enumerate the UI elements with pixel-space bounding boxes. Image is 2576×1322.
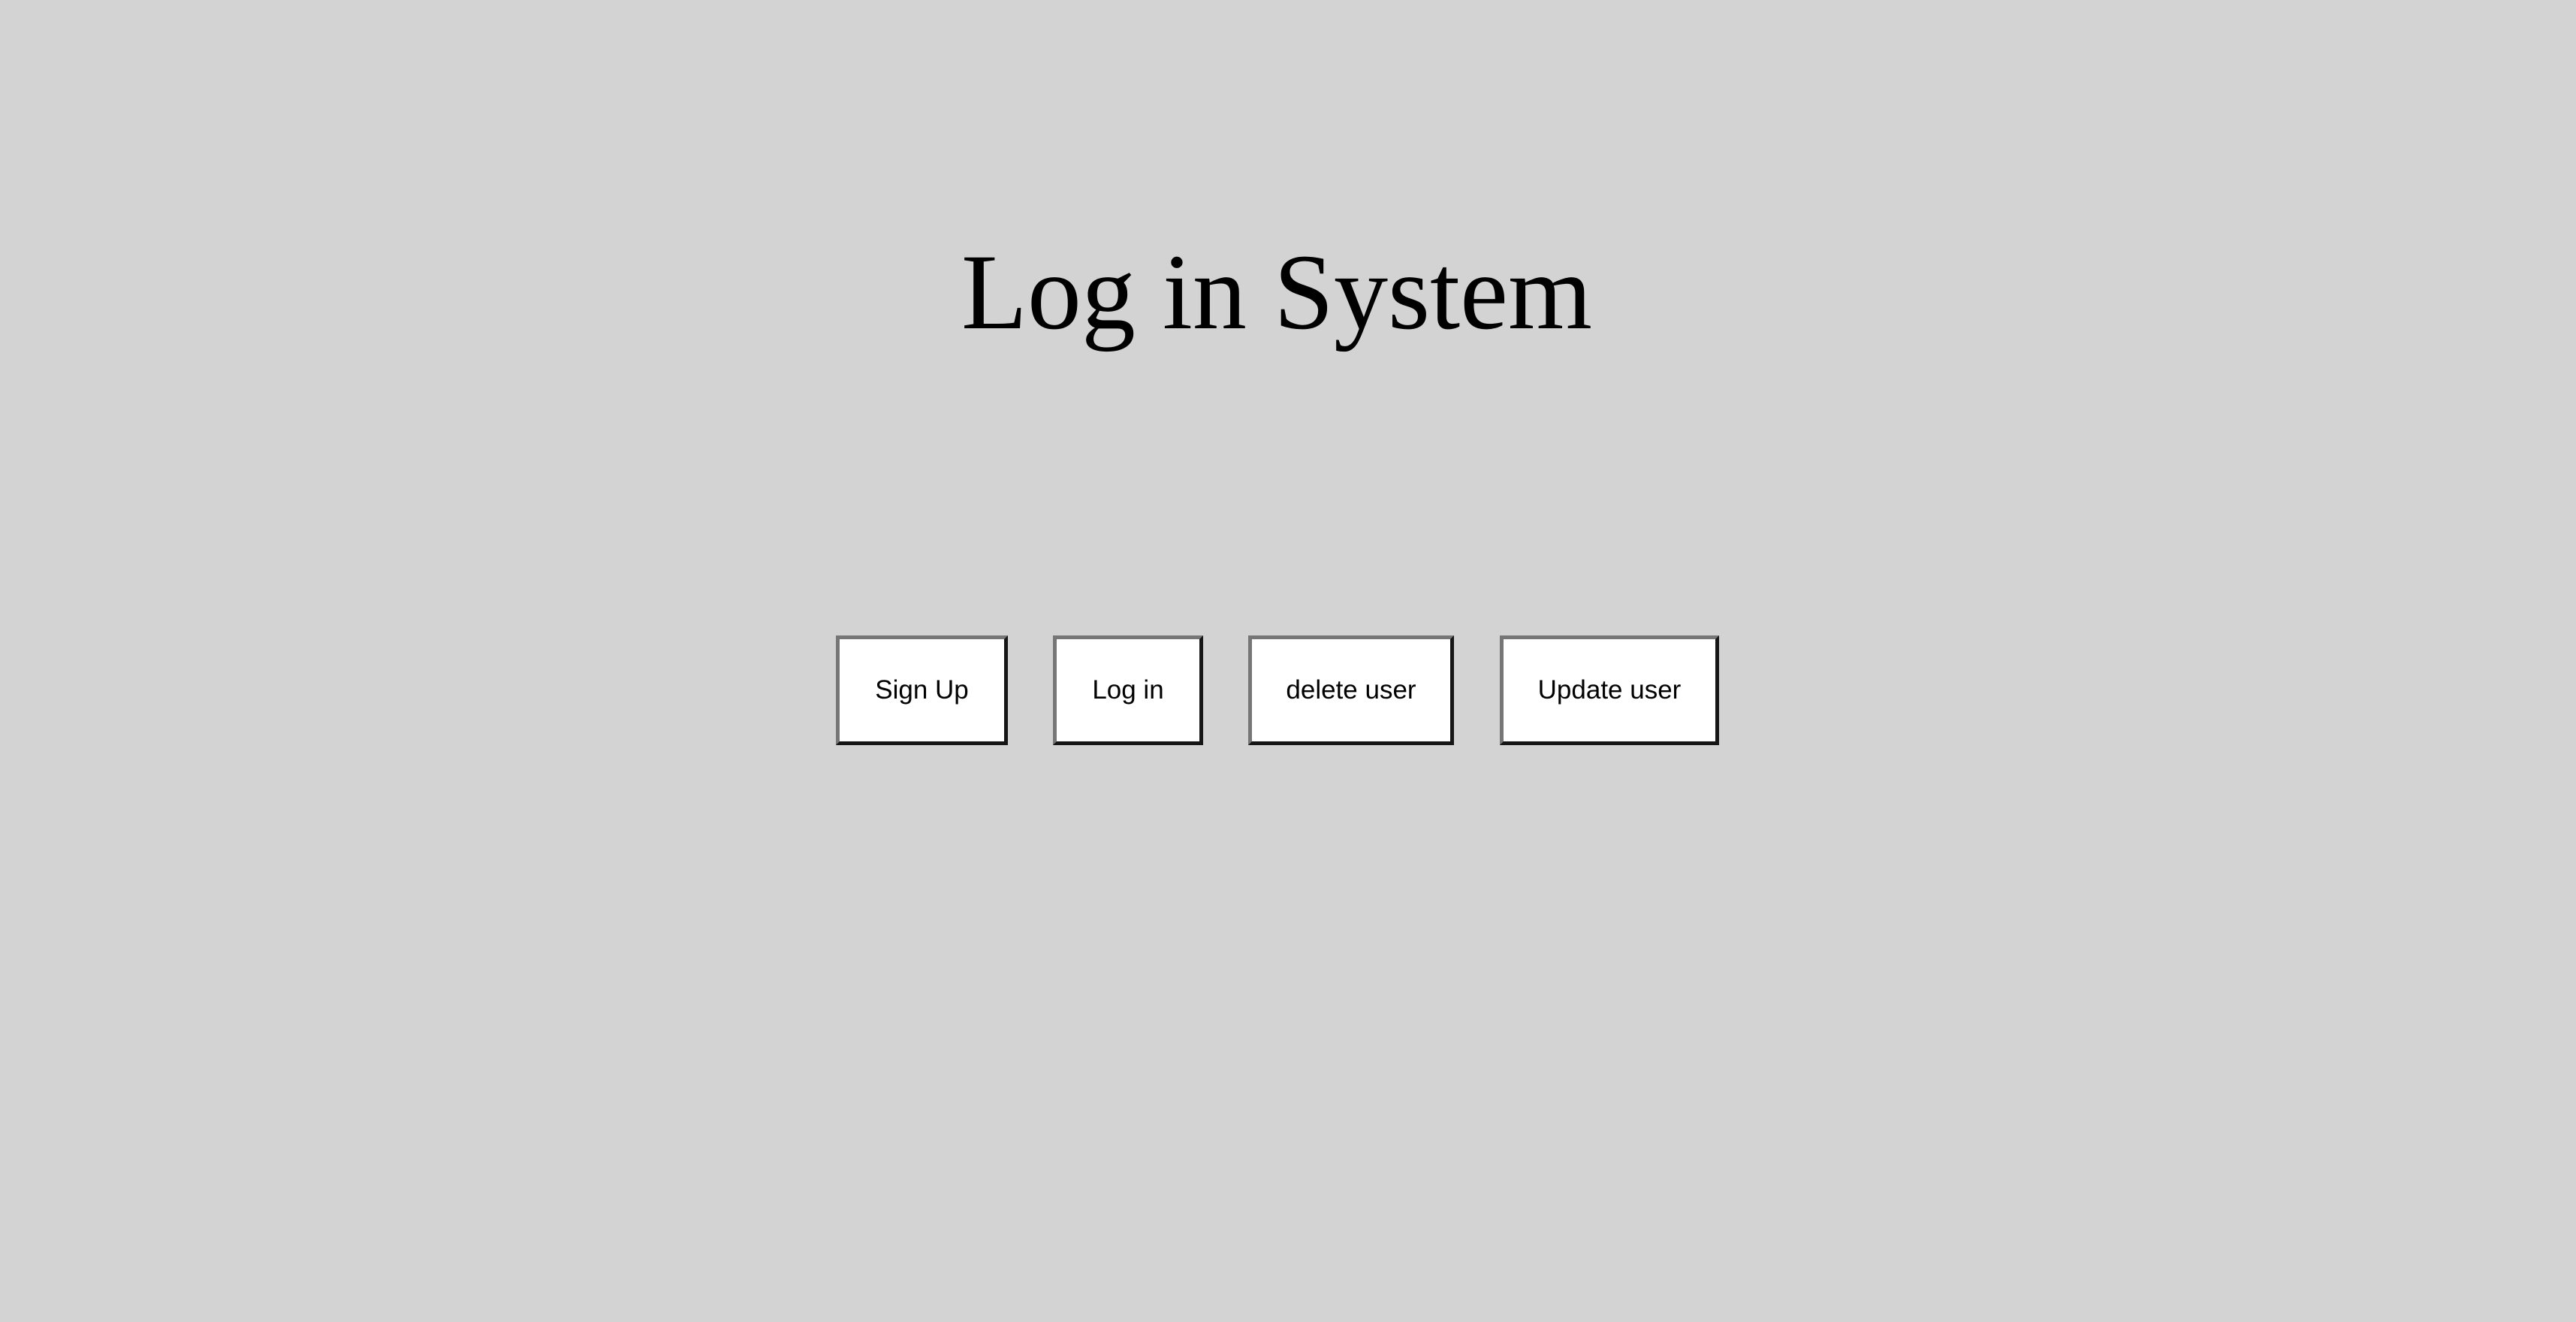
log-in-button[interactable]: Log in <box>1053 635 1203 745</box>
page-title: Log in System <box>961 233 1593 352</box>
sign-up-button[interactable]: Sign Up <box>836 635 1008 745</box>
login-system-page: Log in System Sign Up Log in delete user… <box>0 0 2576 1322</box>
delete-user-button[interactable]: delete user <box>1248 635 1454 745</box>
update-user-button[interactable]: Update user <box>1500 635 1719 745</box>
